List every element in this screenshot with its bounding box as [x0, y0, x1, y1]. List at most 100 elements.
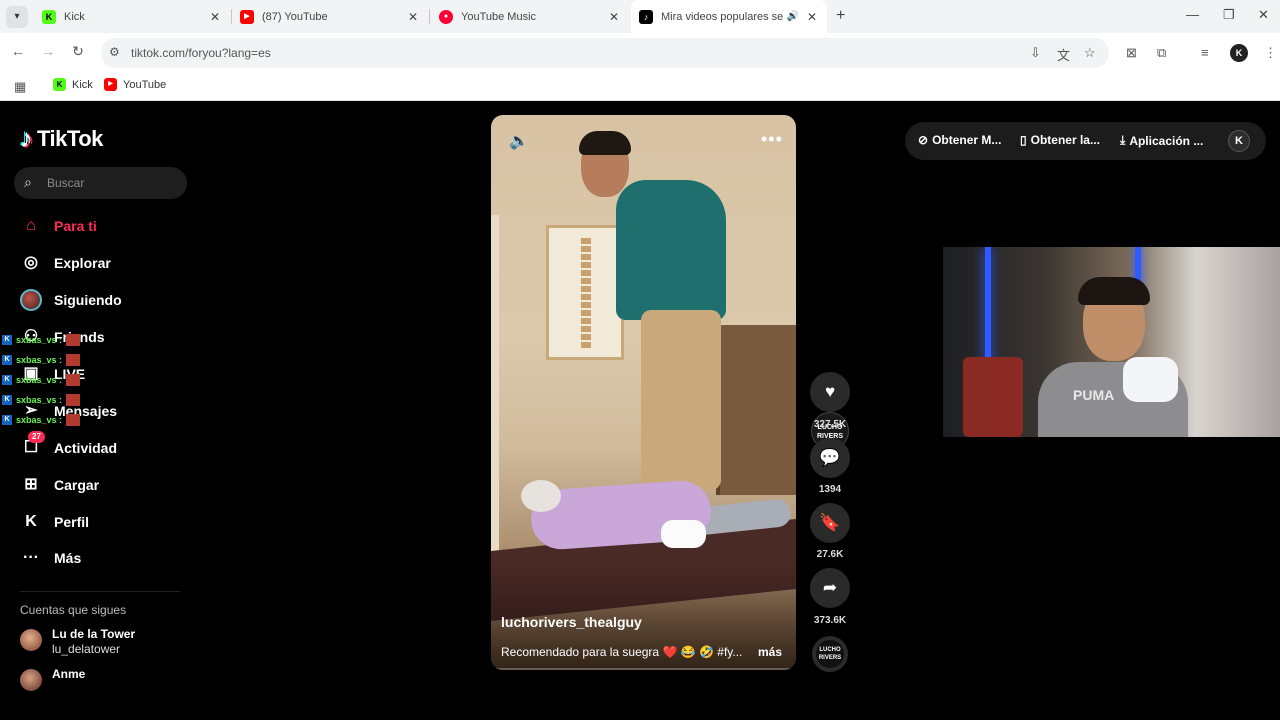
chat-username: sxbas_vs : [16, 335, 63, 345]
like-button[interactable]: ♥ [810, 372, 850, 412]
minimize-icon[interactable]: — [1186, 7, 1199, 22]
restore-icon[interactable]: ❐ [1223, 7, 1235, 23]
avatar [20, 669, 42, 691]
nav-label: Cargar [54, 477, 100, 493]
video-progress-bar[interactable] [491, 668, 796, 670]
top-action-bar: ⊘ Obtener M... ▯ Obtener la... ⤓ Aplicac… [905, 122, 1266, 160]
home-icon: ⌂ [26, 217, 36, 234]
video-player[interactable]: 🔈 ••• luchorivers_thealguy Recomendado p… [491, 115, 796, 670]
comment-count: 1394 [818, 484, 842, 495]
more-icon: ··· [23, 549, 39, 566]
media-control-icon[interactable]: ≡ [1201, 45, 1209, 60]
save-count: 27.6K [816, 549, 844, 560]
nav-label: Explorar [54, 255, 111, 271]
close-tab-icon[interactable]: ✕ [208, 10, 222, 24]
close-window-icon[interactable]: ✕ [1258, 7, 1269, 23]
nav-explorar[interactable]: ◎ Explorar [20, 249, 111, 277]
kick-badge-icon: K [2, 395, 12, 405]
video-scene [616, 180, 726, 320]
chat-line: K sxbas_vs : [2, 413, 81, 427]
tab-search-button[interactable]: ▾ [6, 6, 28, 28]
bookmark-star-icon[interactable]: ☆ [1084, 45, 1096, 61]
tab-youtube-music[interactable]: ● YouTube Music ✕ [431, 0, 629, 33]
bookmarks-bar: ▦ K Kick ▶ YouTube [0, 73, 1280, 101]
video-scene [641, 310, 721, 490]
chat-username: sxbas_vs : [16, 415, 63, 425]
reload-icon[interactable]: ↻ [68, 43, 88, 60]
share-button[interactable]: ➦ [810, 568, 850, 608]
back-icon[interactable]: ← [8, 43, 28, 59]
menu-kebab-icon[interactable]: ⋮ [1264, 45, 1277, 61]
nav-para-ti[interactable]: ⌂ Para ti [20, 212, 97, 240]
install-app-icon[interactable]: ⇩ [1030, 45, 1041, 61]
save-button[interactable]: 🔖 [810, 503, 850, 543]
forward-icon[interactable]: → [38, 43, 58, 59]
desktop-app-button[interactable]: ⤓ Aplicación ... [1120, 133, 1203, 148]
youtube-music-icon: ● [439, 9, 453, 24]
close-tab-icon[interactable]: ✕ [406, 10, 420, 24]
nav-siguiendo[interactable]: Siguiendo [20, 286, 122, 314]
account-handle: lu_delatower [52, 642, 121, 656]
shirt-logo: PUMA [1073, 387, 1115, 403]
close-tab-icon[interactable]: ✕ [607, 10, 621, 24]
translate-icon[interactable]: 文 [1057, 45, 1070, 64]
search-input[interactable]: ⌕ Buscar [14, 167, 187, 199]
tab-title: Kick [64, 10, 85, 23]
nav-mas[interactable]: ··· Más [20, 544, 81, 572]
nav-label: Actividad [54, 440, 118, 456]
topbar-label: Obtener la... [1030, 133, 1100, 147]
site-info-icon[interactable]: ⚙ [109, 45, 120, 59]
music-disc[interactable]: LUCHO RIVERS [812, 636, 848, 672]
tiktok-logo[interactable]: ♪ TikTok [20, 123, 103, 154]
bookmark-label: YouTube [123, 78, 167, 91]
phone-icon: ▯ [1020, 133, 1027, 147]
address-bar[interactable]: ⚙ tiktok.com/foryou?lang=es ⇩ 文 ☆ [101, 38, 1109, 68]
webcam-scene [1078, 277, 1150, 305]
translate-extension-icon[interactable]: ⊠ [1126, 45, 1137, 61]
following-account[interactable]: Anme [20, 667, 85, 691]
nav-label: Perfil [54, 514, 90, 530]
video-author[interactable]: luchorivers_thealguy [501, 614, 642, 630]
new-tab-icon[interactable]: + [836, 7, 845, 25]
video-scene [521, 480, 561, 512]
emote-icon [66, 354, 81, 366]
tab-youtube[interactable]: ▶ (87) YouTube ✕ [232, 0, 428, 33]
profile-avatar[interactable]: K [1228, 130, 1250, 152]
profile-avatar-icon[interactable]: K [1230, 44, 1248, 62]
video-caption: Recomendado para la suegra ❤️ 😂 🤣 #fy... [501, 645, 743, 659]
apps-grid-icon[interactable]: ▦ [14, 79, 26, 95]
volume-icon[interactable]: 🔈 [509, 131, 529, 151]
account-name: Anme [52, 667, 86, 681]
kick-badge-icon: K [2, 375, 12, 385]
chat-username: sxbas_vs : [16, 395, 63, 405]
download-icon: ⤓ [1120, 133, 1126, 147]
get-app-button[interactable]: ▯ Obtener la... [1020, 133, 1100, 147]
comment-button[interactable]: 💬 [810, 438, 850, 478]
following-account[interactable]: Lu de la Tower lu_delatower [20, 627, 135, 657]
get-coins-button[interactable]: ⊘ Obtener M... [918, 133, 1001, 147]
webcam-overlay: PUMA [943, 247, 1280, 437]
nav-label: Siguiendo [54, 292, 122, 308]
webcam-scene [985, 247, 991, 367]
close-tab-icon[interactable]: ✕ [805, 10, 819, 24]
tiktok-icon: ♪ [639, 9, 653, 24]
chat-line: K sxbas_vs : [2, 333, 81, 347]
tab-tiktok[interactable]: ♪ Mira videos populares selec 🔊 ✕ [631, 0, 827, 33]
emote-icon [66, 374, 81, 386]
progress-fill [491, 668, 498, 670]
extensions-icon[interactable]: ⧉ [1157, 45, 1166, 61]
caption-more-button[interactable]: más [758, 645, 782, 659]
nav-perfil[interactable]: K Perfil [20, 508, 89, 536]
more-options-icon[interactable]: ••• [761, 129, 783, 150]
speaker-icon[interactable]: 🔊 [787, 11, 799, 22]
nav-cargar[interactable]: ⊞ Cargar [20, 471, 99, 499]
bookmark-youtube[interactable]: ▶ YouTube [104, 78, 166, 91]
following-header: Cuentas que sigues [20, 603, 127, 617]
upload-icon: ⊞ [24, 476, 38, 493]
youtube-icon: ▶ [240, 9, 254, 24]
url-text[interactable]: tiktok.com/foryou?lang=es [131, 46, 271, 60]
chat-line: K sxbas_vs : [2, 393, 81, 407]
bookmark-kick[interactable]: K Kick [53, 78, 93, 91]
nav-actividad[interactable]: ☐ 27 Actividad [20, 431, 118, 462]
tab-kick[interactable]: K Kick ✕ [34, 0, 230, 33]
